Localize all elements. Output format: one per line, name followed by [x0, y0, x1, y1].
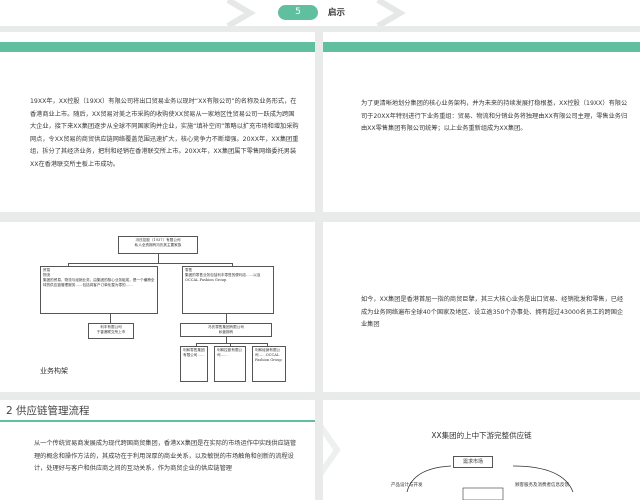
- org-retail-box: 零售 集团的零售业务包括利丰零售的便利店……以及OCCAL Fashion Gr…: [182, 266, 274, 314]
- panel-supply-chain-diagram: XX集团的上中下游完整供应链 需求市场 产品设计与开发 顾客服务及消费者信息反馈: [323, 400, 640, 500]
- diagram-arrows: [406, 465, 574, 500]
- org-sub-box-1: 利和零售集团有限公司……: [180, 346, 208, 382]
- panel-org-chart: 冯氏控股（1937）有限公司 私人全资拥有冯氏其主要家族 贸易 物流 集团的贸易…: [0, 222, 315, 392]
- today-text: 如今，XX集团是香港首屈一指的商贸巨擘，其三大核心业务是出口贸易、经销批发和零售…: [361, 296, 624, 328]
- chevron-decoration: [226, 0, 256, 26]
- accent-band: [323, 42, 640, 52]
- section-number: 5: [278, 5, 318, 20]
- org-trade-box: 贸易 物流 集团的贸易、物流与经销业务，由集团的核心业务组成，是一个横跨全球的供…: [40, 266, 158, 314]
- section2-text: 从一个传统贸易商发展成为现代跨国商贸集团，香港XX集团是在实际的市场运作中实践供…: [34, 440, 297, 472]
- org-sub-box-3: 利和经销有限公司……OCCAL Fashion Group: [252, 346, 286, 382]
- diagram-node-design: 产品设计与开发: [391, 483, 423, 488]
- org-retail-group-box: 冯氏零售集团有限公司 私营拥有: [180, 323, 272, 337]
- org-caption: 业务构架: [40, 367, 68, 375]
- diagram-node-feedback: 顾客服务及消费者信息反馈: [515, 483, 569, 488]
- accent-band: [0, 42, 315, 52]
- panel-supply-chain: 2 供应链管理流程 从一个传统贸易商发展成为现代跨国商贸集团，香港XX集团是在实…: [0, 400, 315, 500]
- org-lifung-box: 利丰有限公司 于香港联交所上市: [88, 323, 134, 339]
- org-top-box: 冯氏控股（1937）有限公司 私人全资拥有冯氏其主要家族: [118, 236, 198, 254]
- org-sub-box-2: 利和控股有限公司……: [214, 346, 246, 382]
- panel-restructure: 为了更清晰地划分集团的核心业务架构，并为未来的持续发展打稳根基，XX控股（19X…: [323, 32, 640, 212]
- section2-title: 2 供应链管理流程: [6, 405, 90, 417]
- title-underline: [0, 420, 315, 422]
- history-text: 19XX年，XX控股（19XX）有限公司将出口贸易业务以现时“XX有限公司”的名…: [30, 98, 299, 168]
- restructure-text: 为了更清晰地划分集团的核心业务架构，并为未来的持续发展打稳根基，XX控股（19X…: [361, 100, 628, 132]
- chevron-decoration: [323, 424, 341, 476]
- top-header: 5 启示: [0, 0, 640, 26]
- panel-history: 19XX年，XX控股（19XX）有限公司将出口贸易业务以现时“XX有限公司”的名…: [0, 32, 315, 212]
- panel-today: 如今，XX集团是香港首屈一指的商贸巨擘，其三大核心业务是出口贸易、经销批发和零售…: [323, 222, 640, 392]
- diagram-title: XX集团的上中下游完整供应链: [431, 431, 532, 440]
- chevron-decoration: [376, 0, 406, 26]
- section-title: 启示: [328, 8, 346, 18]
